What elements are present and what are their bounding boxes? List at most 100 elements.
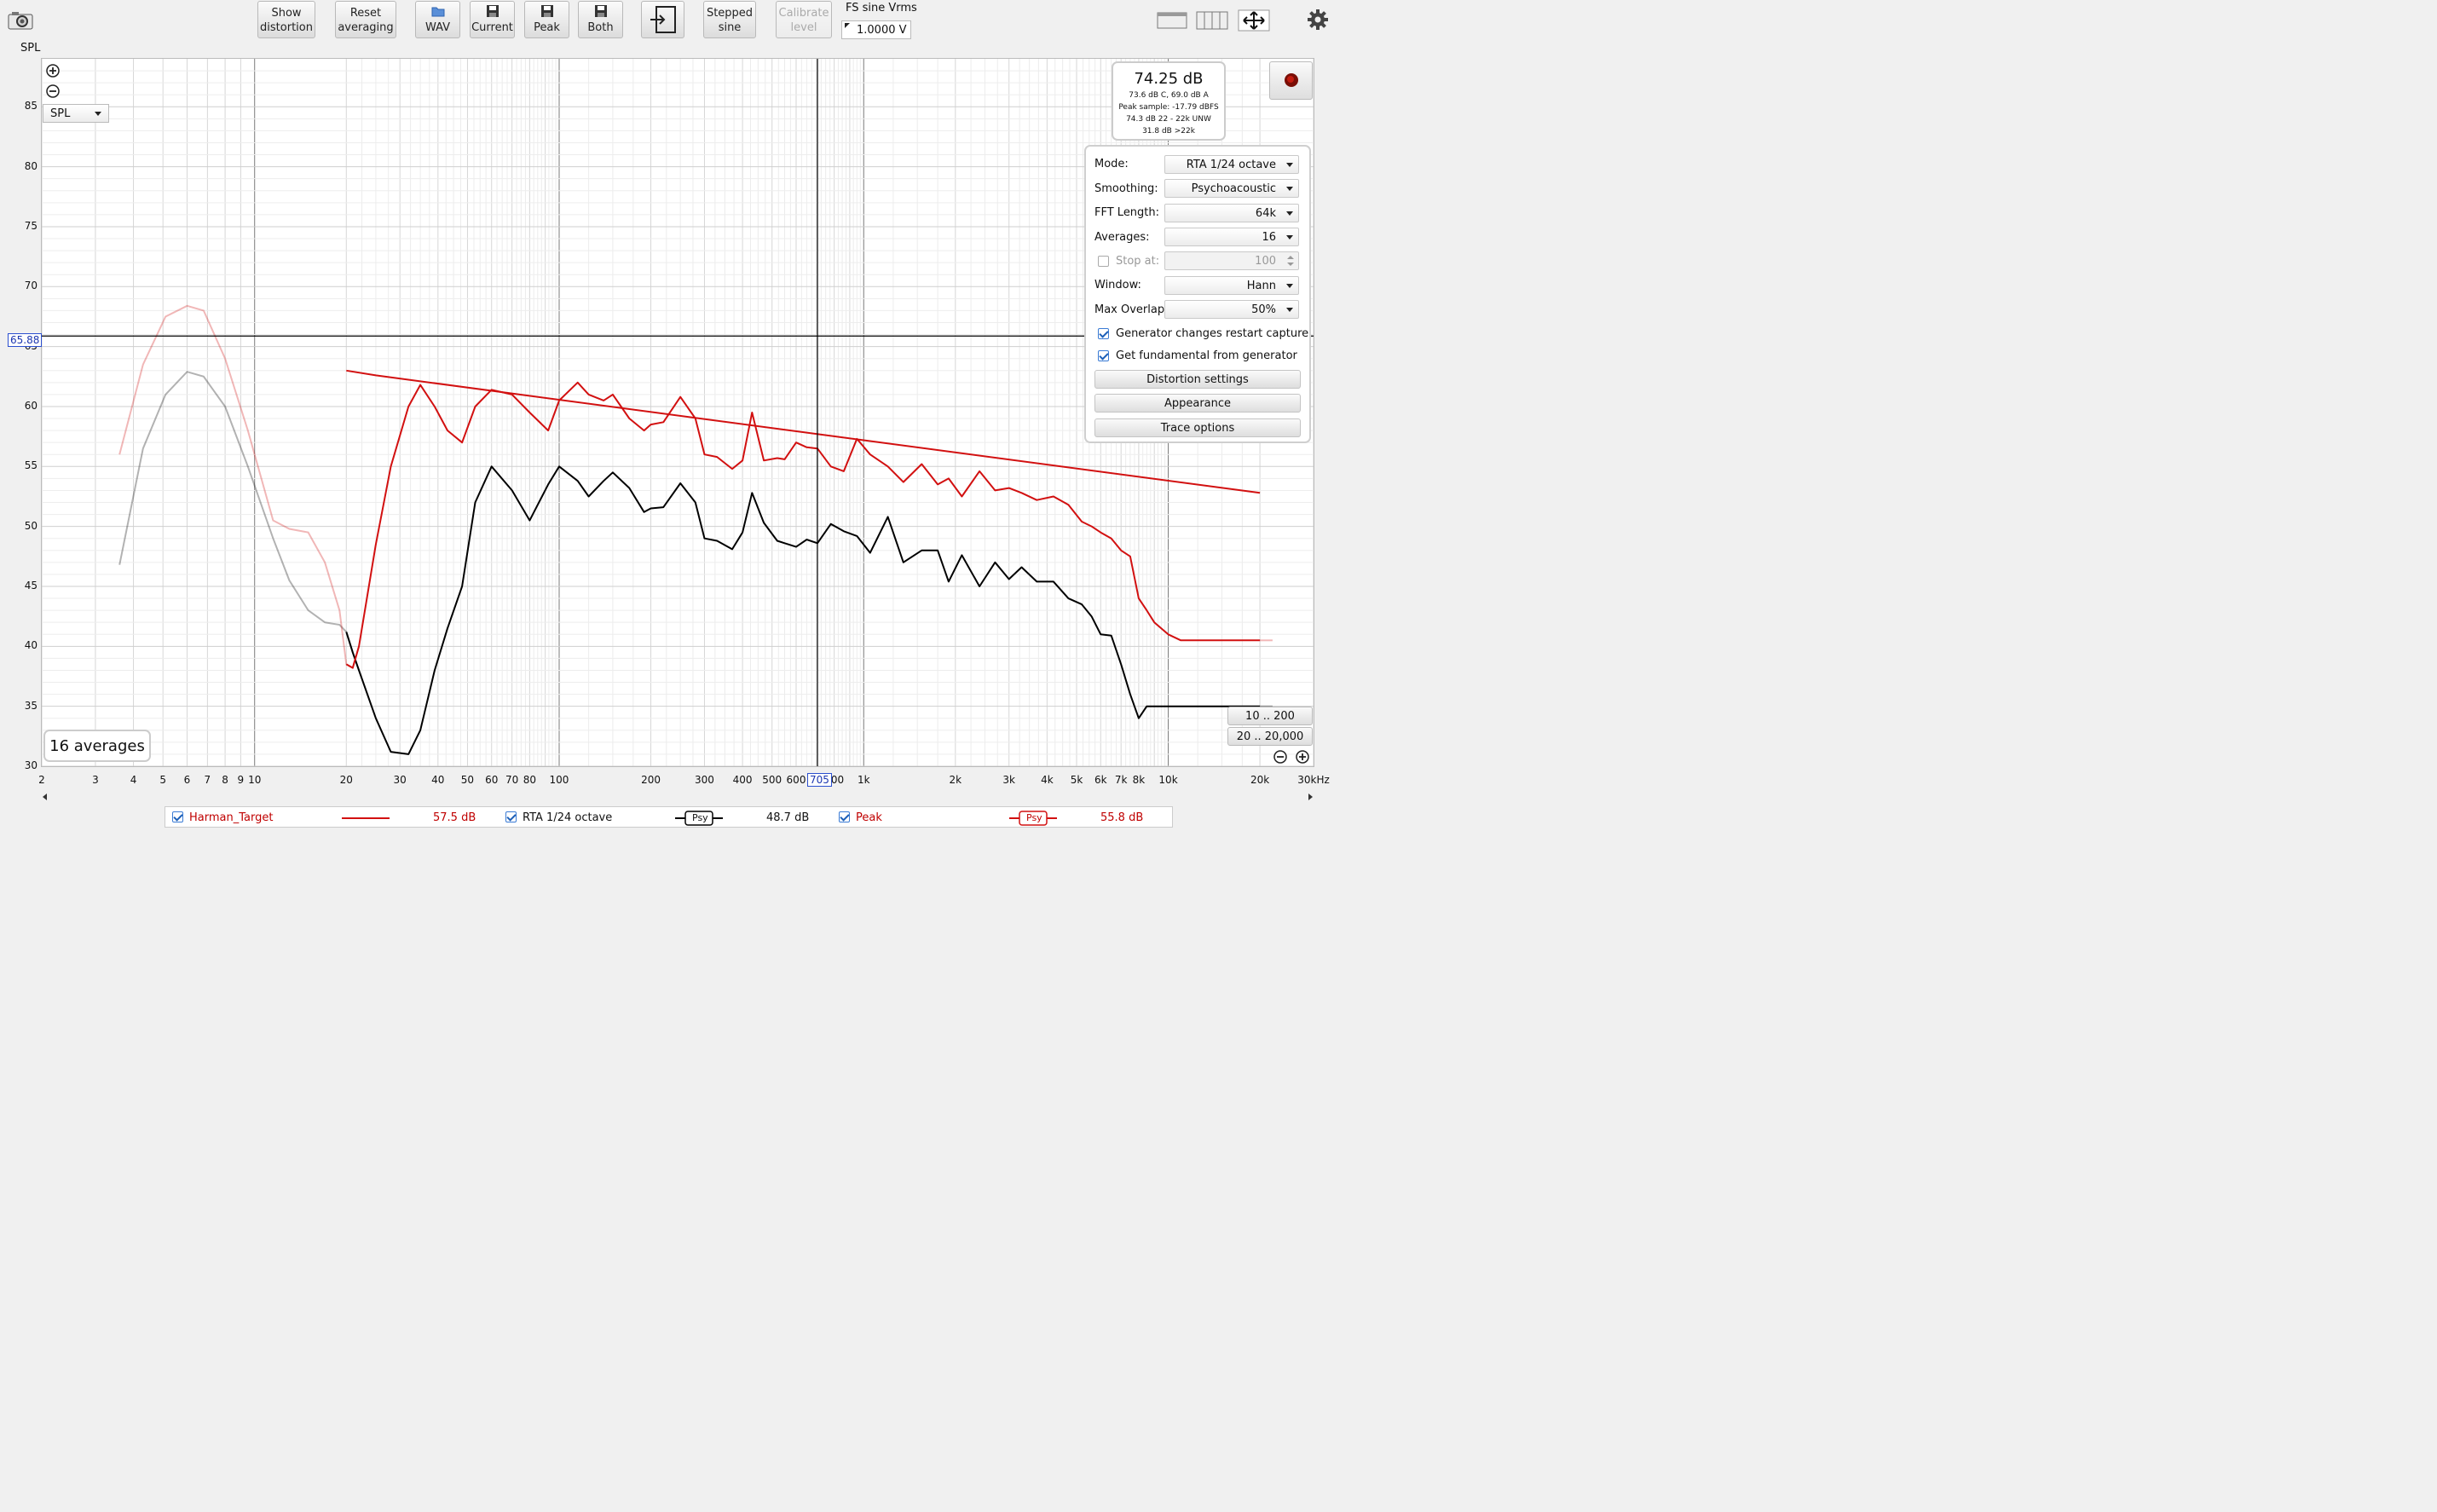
peak-checkbox[interactable] [839, 811, 850, 822]
scroll-right-icon[interactable] [1308, 794, 1313, 800]
layout-single-icon[interactable] [1157, 9, 1187, 32]
x-tick-label: 6k [1094, 774, 1107, 786]
x-tick-label: 60 [485, 774, 499, 786]
zoom-out-icon[interactable] [46, 84, 60, 101]
x-tick-label: 40 [431, 774, 445, 786]
show-distortion-button[interactable]: Show distortion [257, 1, 315, 38]
zoom-in-x-icon[interactable] [1296, 750, 1309, 767]
both-label: Both [587, 21, 614, 34]
stepper-down-icon [1287, 263, 1294, 266]
unit-select-value: SPL [50, 107, 71, 120]
fft-length-label: FFT Length: [1094, 206, 1160, 219]
x-tick-label: 3k [1002, 774, 1016, 786]
trace-options-button[interactable]: Trace options [1094, 418, 1301, 437]
rta-settings-panel: Mode: RTA 1/24 octave Smoothing: Psychoa… [1084, 145, 1311, 443]
stop-at-stepper[interactable]: 100 [1164, 251, 1299, 270]
current-label: Current [471, 21, 513, 34]
x-tick-label: 4k [1041, 774, 1054, 786]
rta-checkbox[interactable] [505, 811, 517, 822]
peak-value: 55.8 dB [1100, 811, 1144, 824]
y-tick-label: 55 [24, 459, 38, 472]
range-20-20000-button[interactable]: 20 .. 20,000 [1227, 727, 1313, 746]
show-distortion-label-1: Show [271, 7, 302, 20]
peak-name: Peak [856, 811, 882, 824]
settings-gear-icon[interactable] [1307, 9, 1329, 31]
stop-at-value: 100 [1255, 255, 1276, 268]
chevron-down-icon [1286, 284, 1293, 288]
x-tick-label: 30 [393, 774, 407, 786]
reset-averaging-button[interactable]: Reset averaging [335, 1, 396, 38]
generator-restart-label: Generator changes restart capture [1116, 327, 1309, 340]
stepped-sine-button[interactable]: Stepped sine [703, 1, 756, 38]
fft-length-select[interactable]: 64k [1164, 204, 1299, 222]
save-icon [540, 5, 553, 17]
calibrate-level-button[interactable]: Calibrate level [776, 1, 832, 38]
y-tick-label: 60 [24, 399, 38, 412]
fundamental-from-generator-checkbox[interactable] [1098, 350, 1109, 361]
window-select[interactable]: Hann [1164, 276, 1299, 295]
horizontal-scrollbar[interactable] [41, 791, 1314, 803]
fs-sine-value: 1.0000 V [857, 24, 907, 37]
save-icon [486, 5, 499, 17]
harman-target-checkbox[interactable] [172, 811, 183, 822]
y-axis-title: SPL [20, 42, 41, 55]
x-tick-label: 50 [460, 774, 475, 786]
fs-sine-label: FS sine Vrms [846, 2, 917, 14]
level-main: 74.25 dB [1134, 70, 1204, 88]
x-tick-label: 10k [1158, 774, 1178, 786]
mode-select[interactable]: RTA 1/24 octave [1164, 155, 1299, 174]
save-current-button[interactable]: Current [470, 1, 515, 38]
max-overlap-select[interactable]: 50% [1164, 300, 1299, 319]
rta-1-24-octave-trace-out-of-band [118, 371, 361, 671]
rta-tag: Psy [692, 812, 708, 823]
x-tick-label: 70 [505, 774, 519, 786]
scroll-left-icon[interactable] [43, 794, 47, 800]
level-line-2: Peak sample: -17.79 dBFS [1118, 103, 1219, 112]
save-both-button[interactable]: Both [578, 1, 623, 38]
show-distortion-label-2: distortion [260, 21, 313, 34]
save-icon [594, 5, 607, 17]
x-tick-label: 2 [38, 774, 45, 786]
record-button[interactable] [1269, 61, 1313, 100]
calibrate-level-label-2: level [790, 21, 817, 34]
harman-target-value: 57.5 dB [433, 811, 476, 824]
stop-at-checkbox[interactable] [1098, 256, 1109, 267]
window-label: Window: [1094, 279, 1141, 291]
range-10-200-button[interactable]: 10 .. 200 [1227, 707, 1313, 725]
x-tick-label: 8 [222, 774, 228, 786]
x-tick-label: 400 [732, 774, 753, 786]
smoothing-select[interactable]: Psychoacoustic [1164, 179, 1299, 198]
x-tick-label: 8k [1132, 774, 1146, 786]
fs-sine-input[interactable]: 1.0000 V [841, 20, 911, 39]
peak-label: Peak [534, 21, 560, 34]
zoom-in-icon[interactable] [46, 64, 60, 81]
x-tick-label: 80 [523, 774, 536, 786]
harman-target-name: Harman_Target [189, 811, 274, 824]
wav-button[interactable]: WAV [415, 1, 460, 38]
reset-averaging-label-2: averaging [338, 21, 394, 34]
generator-restart-checkbox[interactable] [1098, 328, 1109, 339]
snapshot-icon[interactable] [7, 10, 34, 31]
unit-select[interactable]: SPL [43, 104, 109, 123]
save-peak-button[interactable]: Peak [524, 1, 569, 38]
distortion-settings-button[interactable]: Distortion settings [1094, 370, 1301, 389]
y-tick-label: 70 [24, 280, 38, 292]
fs-sine-marker [845, 23, 850, 28]
zoom-out-x-icon[interactable] [1273, 750, 1287, 767]
x-tick-label: 100 [549, 774, 569, 786]
x-tick-label: 200 [641, 774, 661, 786]
trace-legend: Harman_Target 57.5 dB RTA 1/24 octave Ps… [165, 806, 1173, 828]
appearance-button[interactable]: Appearance [1094, 394, 1301, 413]
y-tick-label: 30 [24, 759, 38, 771]
stepped-sine-label-2: sine [718, 21, 742, 34]
max-overlap-label: Max Overlap: [1094, 303, 1169, 316]
averages-select[interactable]: 16 [1164, 228, 1299, 246]
rta-name: RTA 1/24 octave [523, 811, 613, 824]
stepper-up-icon [1287, 256, 1294, 259]
x-tick-label: 600 [786, 774, 806, 786]
y-tick-label: 75 [24, 219, 38, 232]
export-button[interactable] [641, 1, 684, 38]
fit-to-window-icon[interactable] [1238, 9, 1270, 32]
x-tick-label: 300 [695, 774, 714, 786]
layout-split-icon[interactable] [1196, 9, 1228, 32]
